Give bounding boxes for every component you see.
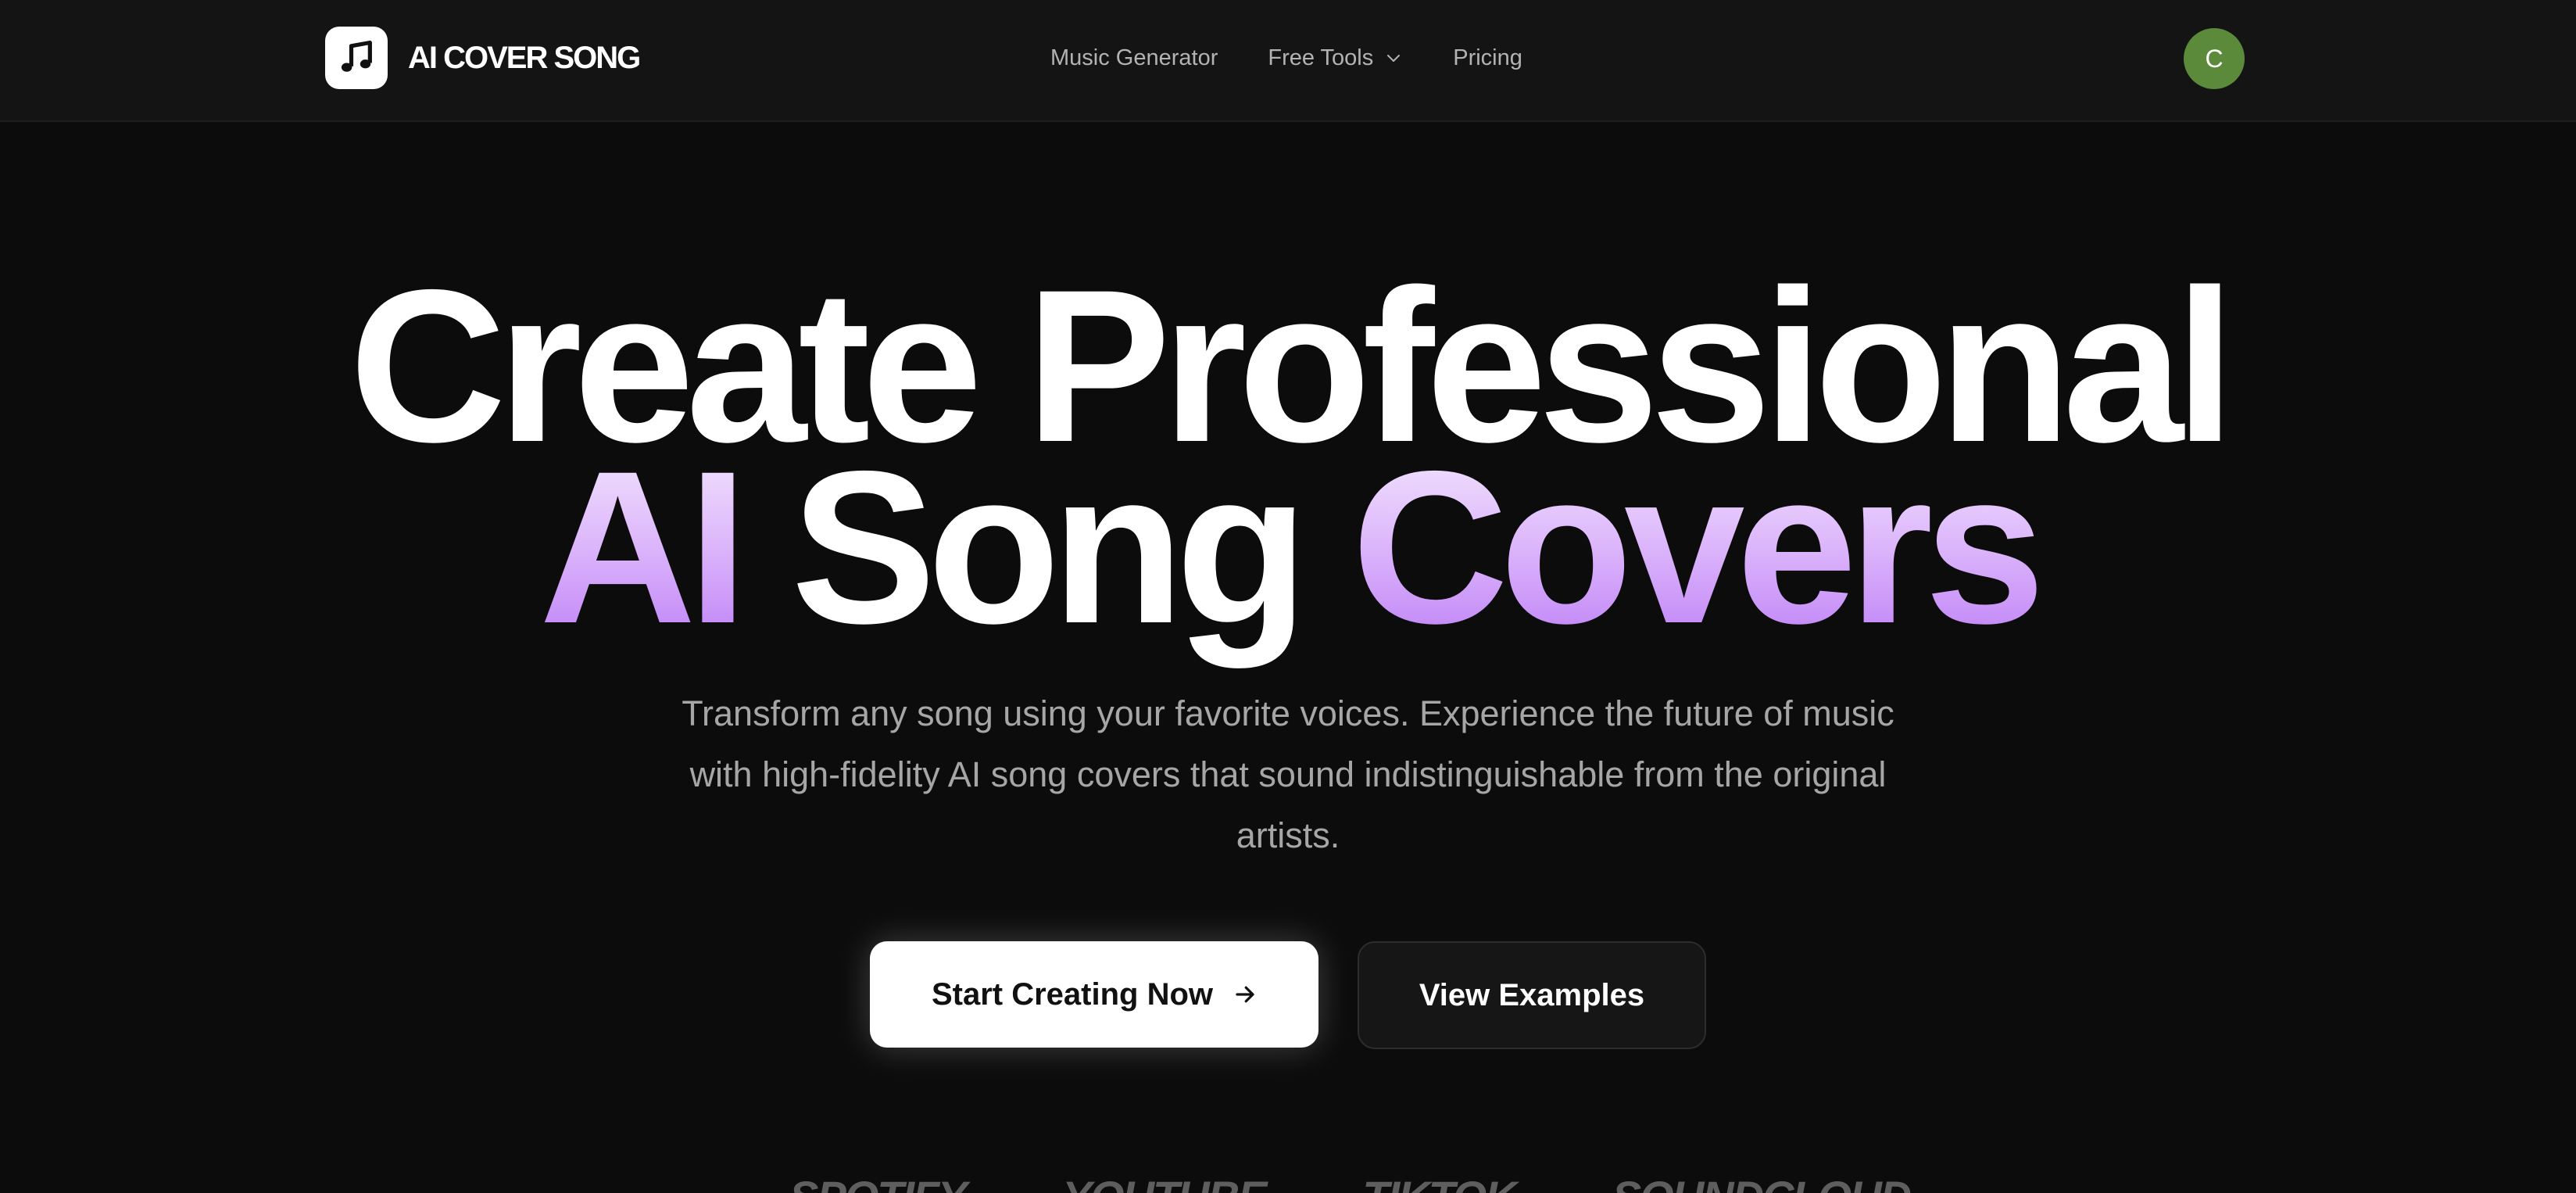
nav-dropdown-free-tools[interactable]: Free Tools [1268, 45, 1403, 71]
nav-link-label: Free Tools [1268, 45, 1374, 70]
brand-name: AI COVER SONG [408, 40, 641, 75]
hero-subtitle: Transform any song using your favorite v… [682, 693, 1894, 855]
nav-link-music-generator[interactable]: Music Generator [1050, 45, 1218, 71]
hero-title-word-song: Song [791, 425, 1308, 668]
chevron-down-icon [1384, 48, 1403, 67]
platform-logo-soundcloud: SOUNDCLOUD [1612, 1171, 1912, 1193]
music-note-icon [325, 27, 388, 89]
start-creating-button[interactable]: Start Creating Now [870, 941, 1318, 1048]
arrow-right-icon [1233, 983, 1257, 1006]
start-creating-label: Start Creating Now [931, 976, 1214, 1012]
main-nav: Music Generator Free Tools Pricing [1050, 39, 1522, 77]
page: AI COVER SONG Music Generator Free Tools… [0, 0, 2576, 1193]
top-navbar: AI COVER SONG Music Generator Free Tools… [0, 0, 2576, 122]
nav-link-label: Pricing [1453, 45, 1522, 70]
cta-row: Start Creating Now View Examples [0, 941, 2576, 1049]
user-avatar[interactable]: C [2184, 28, 2245, 89]
view-examples-button[interactable]: View Examples [1358, 941, 1706, 1049]
platform-logo-spotify: SPOTIFY [789, 1171, 968, 1193]
hero-title-highlight-ai: AI [539, 425, 748, 668]
hero-title: Create Professional AI Song Covers [0, 257, 2576, 656]
platform-logos: SPOTIFY YOUTUBE TIKTOK SOUNDCLOUD [789, 1171, 2007, 1193]
platform-logo-tiktok: TIKTOK [1362, 1171, 1516, 1193]
nav-link-label: Music Generator [1050, 45, 1218, 70]
hero-title-highlight-covers: Covers [1351, 425, 2045, 668]
platform-logo-youtube: YOUTUBE [1063, 1171, 1268, 1193]
nav-link-pricing[interactable]: Pricing [1453, 45, 1522, 71]
avatar-initial: C [2205, 44, 2224, 73]
brand-link[interactable]: AI COVER SONG [325, 27, 641, 89]
